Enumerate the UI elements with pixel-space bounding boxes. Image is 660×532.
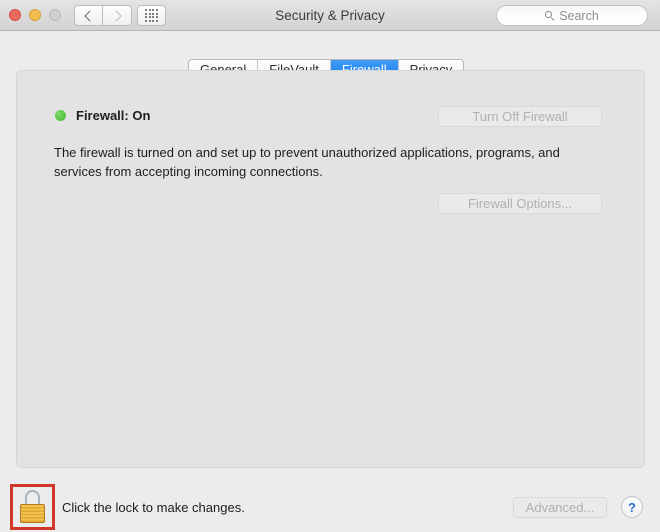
lock-closed-icon[interactable] (20, 490, 45, 523)
help-button[interactable]: ? (621, 496, 643, 518)
search-input[interactable]: Search (496, 5, 648, 26)
firewall-content-panel: Firewall: On Turn Off Firewall The firew… (16, 70, 645, 468)
turn-off-firewall-button: Turn Off Firewall (438, 106, 602, 127)
firewall-options-button: Firewall Options... (438, 193, 602, 214)
titlebar: Security & Privacy Search (0, 0, 660, 31)
security-privacy-window: Security & Privacy Search General FileVa… (0, 0, 660, 532)
search-placeholder: Search (559, 8, 599, 23)
firewall-description: The firewall is turned on and set up to … (54, 145, 560, 179)
firewall-status-row: Firewall: On (55, 108, 150, 123)
advanced-button: Advanced... (513, 497, 607, 518)
lock-message: Click the lock to make changes. (62, 500, 245, 515)
firewall-status-label: Firewall: On (76, 108, 151, 123)
status-dot-on-icon (55, 110, 66, 121)
search-icon (545, 11, 554, 20)
lock-body (20, 504, 45, 523)
